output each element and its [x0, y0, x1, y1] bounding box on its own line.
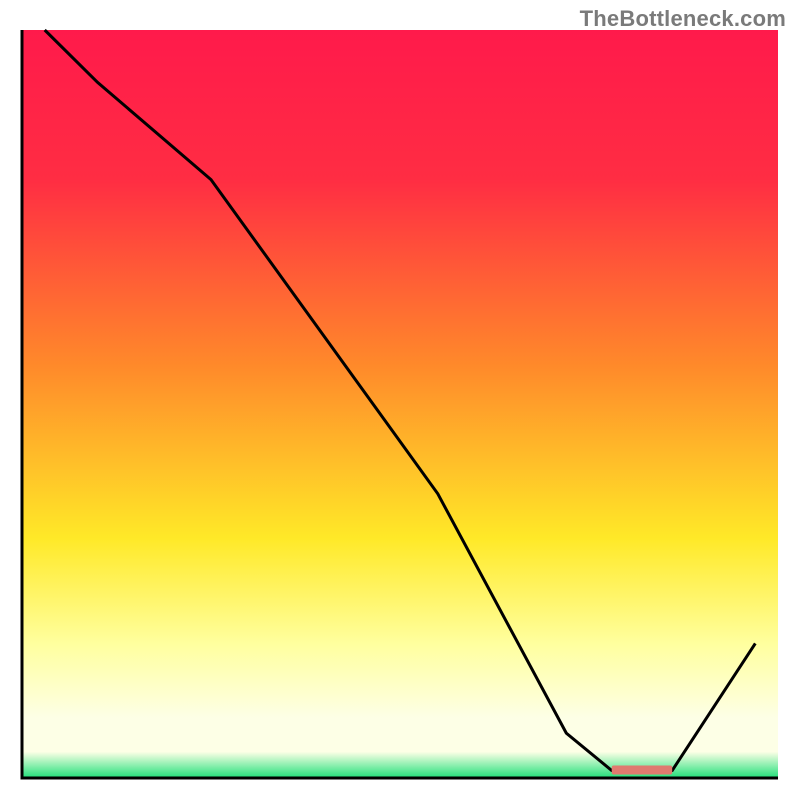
chart-stage: TheBottleneck.com [0, 0, 800, 800]
gradient-background [22, 30, 778, 778]
optimal-marker [612, 766, 673, 775]
bottleneck-chart [0, 0, 800, 800]
